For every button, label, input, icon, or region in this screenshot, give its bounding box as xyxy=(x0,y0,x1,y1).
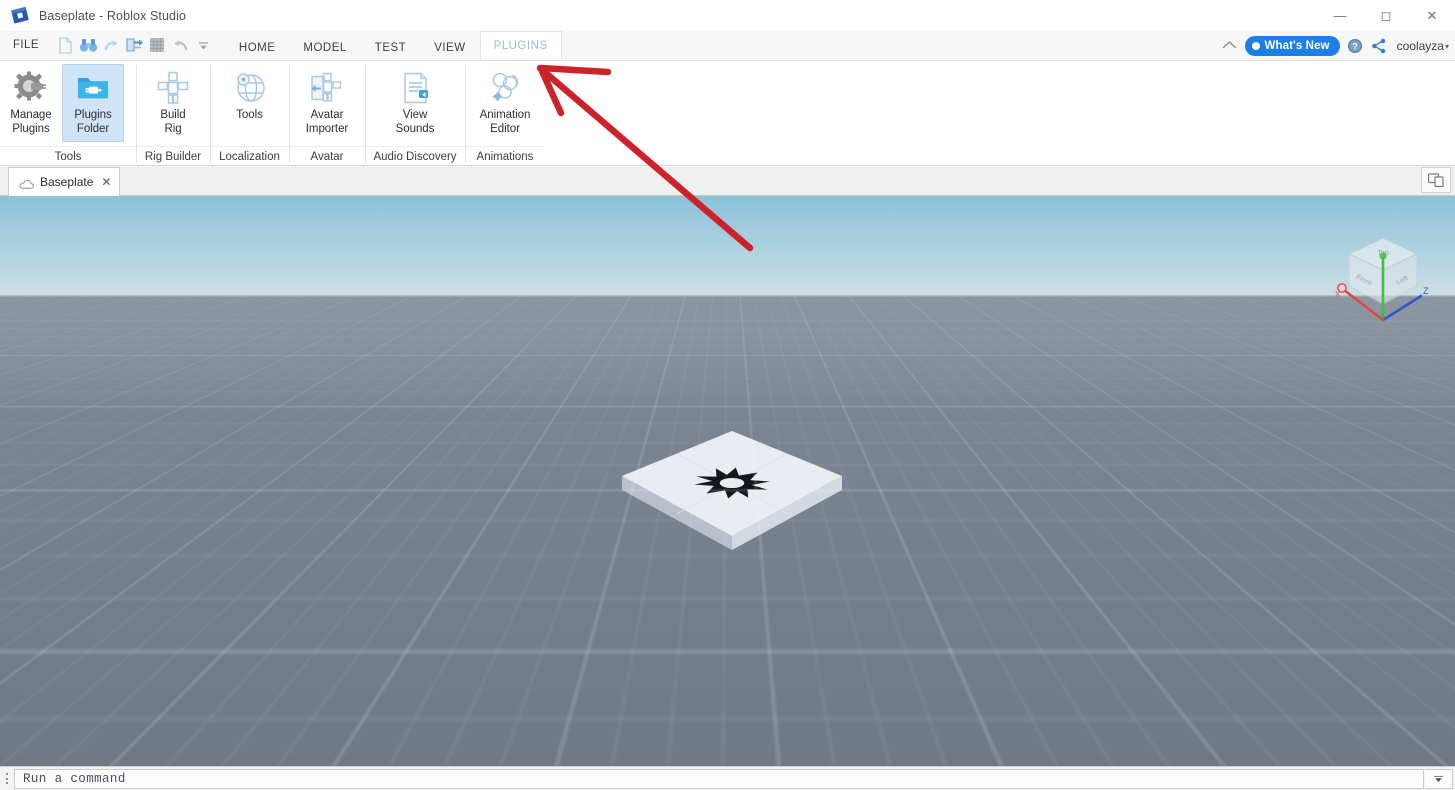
help-question-icon[interactable]: ? xyxy=(1347,38,1364,55)
build-rig-icon xyxy=(155,70,191,106)
menu-tab-strip: FILE HOME MODEL TEST VIEW PLUGINS What's… xyxy=(0,31,1455,61)
roblox-studio-logo-icon xyxy=(10,7,30,24)
doc-tab-label: Baseplate xyxy=(40,175,94,189)
sky-background xyxy=(0,196,1455,297)
cloud-icon xyxy=(19,177,34,189)
horizon-line xyxy=(0,295,1455,297)
ground-distance-fade xyxy=(0,296,1455,416)
user-menu[interactable]: coolayza ▾ xyxy=(1395,39,1449,53)
title-bar: Baseplate - Roblox Studio — ◻ ✕ xyxy=(0,0,1455,31)
device-emulation-icon[interactable] xyxy=(1421,167,1451,193)
ribbon-group-tools: Manage Plugins Plugins Folder Tools xyxy=(0,61,136,166)
avatar-importer-icon xyxy=(309,70,345,106)
command-input-text: Run a command xyxy=(23,771,126,786)
ribbon-tabs: HOME MODEL TEST VIEW PLUGINS xyxy=(225,30,562,60)
plugins-folder-icon xyxy=(75,70,111,106)
localization-globe-icon xyxy=(232,70,268,106)
file-menu-button[interactable]: FILE xyxy=(0,30,52,60)
ribbon-group-avatar: Avatar Importer Avatar xyxy=(289,61,365,166)
animation-editor-label: Animation Editor xyxy=(479,109,531,135)
find-binoculars-icon[interactable] xyxy=(79,36,98,55)
minimize-icon[interactable]: — xyxy=(1317,0,1363,31)
maximize-icon[interactable]: ◻ xyxy=(1363,0,1409,31)
doc-tab-baseplate[interactable]: Baseplate ✕ xyxy=(8,167,121,196)
tab-plugins[interactable]: PLUGINS xyxy=(479,31,562,60)
ribbon-panel: Manage Plugins Plugins Folder Tools Buil… xyxy=(0,61,1455,166)
plugins-folder-label: Plugins Folder xyxy=(74,109,112,135)
whats-new-button[interactable]: What's New xyxy=(1244,36,1340,56)
3d-viewport[interactable]: Top Front Left Z X Y xyxy=(0,196,1455,766)
view-cube-gizmo[interactable]: Top Front Left Z X Y xyxy=(1327,228,1437,328)
view-sounds-button[interactable]: View Sounds xyxy=(381,64,449,142)
new-document-icon[interactable] xyxy=(56,36,75,55)
axis-x-label: X xyxy=(1335,290,1341,299)
animation-editor-icon xyxy=(487,70,523,106)
ribbon-group-label-localization: Localization xyxy=(210,146,289,166)
document-tab-bar: Baseplate ✕ xyxy=(0,166,1455,196)
ribbon-group-localization: Tools Localization xyxy=(210,61,289,166)
command-input[interactable]: Run a command xyxy=(14,768,1424,789)
tab-test[interactable]: TEST xyxy=(361,34,420,60)
ribbon-group-animations: Animation Editor Animations xyxy=(465,61,545,166)
tab-home[interactable]: HOME xyxy=(225,34,290,60)
tab-model[interactable]: MODEL xyxy=(289,34,360,60)
manage-plugins-label: Manage Plugins xyxy=(10,109,52,135)
customize-caret-icon[interactable] xyxy=(194,36,213,55)
window-controls: — ◻ ✕ xyxy=(1317,0,1455,31)
baseplate-part[interactable] xyxy=(612,428,852,553)
quick-access-toolbar xyxy=(52,30,219,60)
drag-grip-icon[interactable] xyxy=(0,767,14,790)
roblox-studio-window: Baseplate - Roblox Studio — ◻ ✕ FILE HOM… xyxy=(0,0,1455,790)
tab-view[interactable]: VIEW xyxy=(420,34,479,60)
whats-new-dot-icon xyxy=(1251,42,1260,50)
command-bar: Run a command xyxy=(0,766,1455,790)
close-icon[interactable]: ✕ xyxy=(1409,0,1455,31)
manage-plugins-gear-icon xyxy=(13,70,49,106)
manage-plugins-button[interactable]: Manage Plugins xyxy=(0,64,62,142)
view-sounds-icon xyxy=(397,70,433,106)
ribbon-group-label-avatar: Avatar xyxy=(289,146,365,166)
redo-icon[interactable] xyxy=(102,36,121,55)
ribbon-group-label-audio-discovery: Audio Discovery xyxy=(365,146,465,166)
share-icon[interactable] xyxy=(1371,38,1388,55)
ribbon-group-label-rig-builder: Rig Builder xyxy=(136,146,210,166)
window-title: Baseplate - Roblox Studio xyxy=(39,8,187,23)
ribbon-group-audio-discovery: View Sounds Audio Discovery xyxy=(365,61,465,166)
avatar-importer-button[interactable]: Avatar Importer xyxy=(291,64,363,142)
ribbon-group-rig-builder: Build Rig Rig Builder xyxy=(136,61,210,166)
baseplate-grid-icon[interactable] xyxy=(148,36,167,55)
build-rig-button[interactable]: Build Rig xyxy=(138,64,208,142)
build-rig-label: Build Rig xyxy=(160,109,186,135)
plugins-folder-button[interactable]: Plugins Folder xyxy=(62,64,124,142)
username-label: coolayza xyxy=(1396,39,1444,53)
axis-z-label: Z xyxy=(1423,286,1429,296)
localization-tools-button[interactable]: Tools xyxy=(213,64,287,142)
view-sounds-label: View Sounds xyxy=(395,109,435,135)
publish-icon[interactable] xyxy=(125,36,144,55)
svg-text:?: ? xyxy=(1352,42,1358,52)
undo-icon[interactable] xyxy=(171,36,190,55)
home-chevron-icon[interactable] xyxy=(1221,38,1238,55)
chevron-down-icon: ▾ xyxy=(1444,41,1449,51)
whats-new-label: What's New xyxy=(1264,40,1330,52)
axis-y-label: Y xyxy=(1375,317,1381,326)
ribbon-group-label-animations: Animations xyxy=(465,146,545,166)
animation-editor-button[interactable]: Animation Editor xyxy=(467,64,543,142)
menu-right-cluster: What's New ? coolayza ▾ xyxy=(1221,31,1449,61)
ribbon-group-label-tools: Tools xyxy=(0,146,136,166)
chevron-down-icon[interactable] xyxy=(1425,768,1453,789)
avatar-importer-label: Avatar Importer xyxy=(305,109,349,135)
localization-tools-label: Tools xyxy=(236,109,263,121)
close-icon[interactable]: ✕ xyxy=(101,176,111,188)
